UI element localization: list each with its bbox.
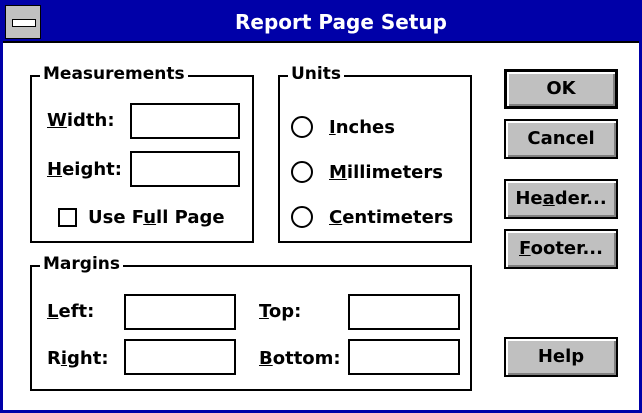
centimeters-radio[interactable] [291, 206, 313, 228]
inches-label: Inches [329, 117, 395, 138]
report-page-setup-dialog: Report Page Setup Measurements Width: He… [0, 0, 642, 413]
width-label: Width: [47, 110, 115, 131]
right-label: Right: [47, 348, 109, 369]
title-bar[interactable]: Report Page Setup [3, 3, 639, 43]
top-label: Top: [259, 301, 302, 322]
ok-button[interactable]: OK [504, 69, 618, 109]
footer-button[interactable]: Footer... [504, 229, 618, 269]
height-label: Height: [47, 159, 122, 180]
system-menu-button[interactable] [5, 5, 41, 39]
top-margin-input[interactable] [348, 294, 460, 330]
cancel-button[interactable]: Cancel [504, 119, 618, 159]
centimeters-label: Centimeters [329, 207, 454, 228]
height-input[interactable] [130, 151, 240, 187]
right-margin-input[interactable] [124, 339, 236, 375]
help-button[interactable]: Help [504, 337, 618, 377]
width-input[interactable] [130, 103, 240, 139]
bottom-margin-input[interactable] [348, 339, 460, 375]
margins-group-label: Margins [40, 254, 123, 274]
use-full-page-label: Use Full Page [88, 207, 225, 228]
left-margin-input[interactable] [124, 294, 236, 330]
left-label: Left: [47, 301, 95, 322]
dialog-body: Measurements Width: Height: Use Full Pag… [3, 43, 639, 410]
measurements-group-label: Measurements [40, 64, 188, 84]
header-button[interactable]: Header... [504, 179, 618, 219]
system-menu-icon [12, 19, 36, 27]
bottom-label: Bottom: [259, 348, 341, 369]
units-group-label: Units [288, 64, 344, 84]
use-full-page-checkbox[interactable] [58, 208, 77, 227]
dialog-title: Report Page Setup [235, 10, 447, 34]
millimeters-label: Millimeters [329, 162, 443, 183]
inches-radio[interactable] [291, 116, 313, 138]
millimeters-radio[interactable] [291, 161, 313, 183]
